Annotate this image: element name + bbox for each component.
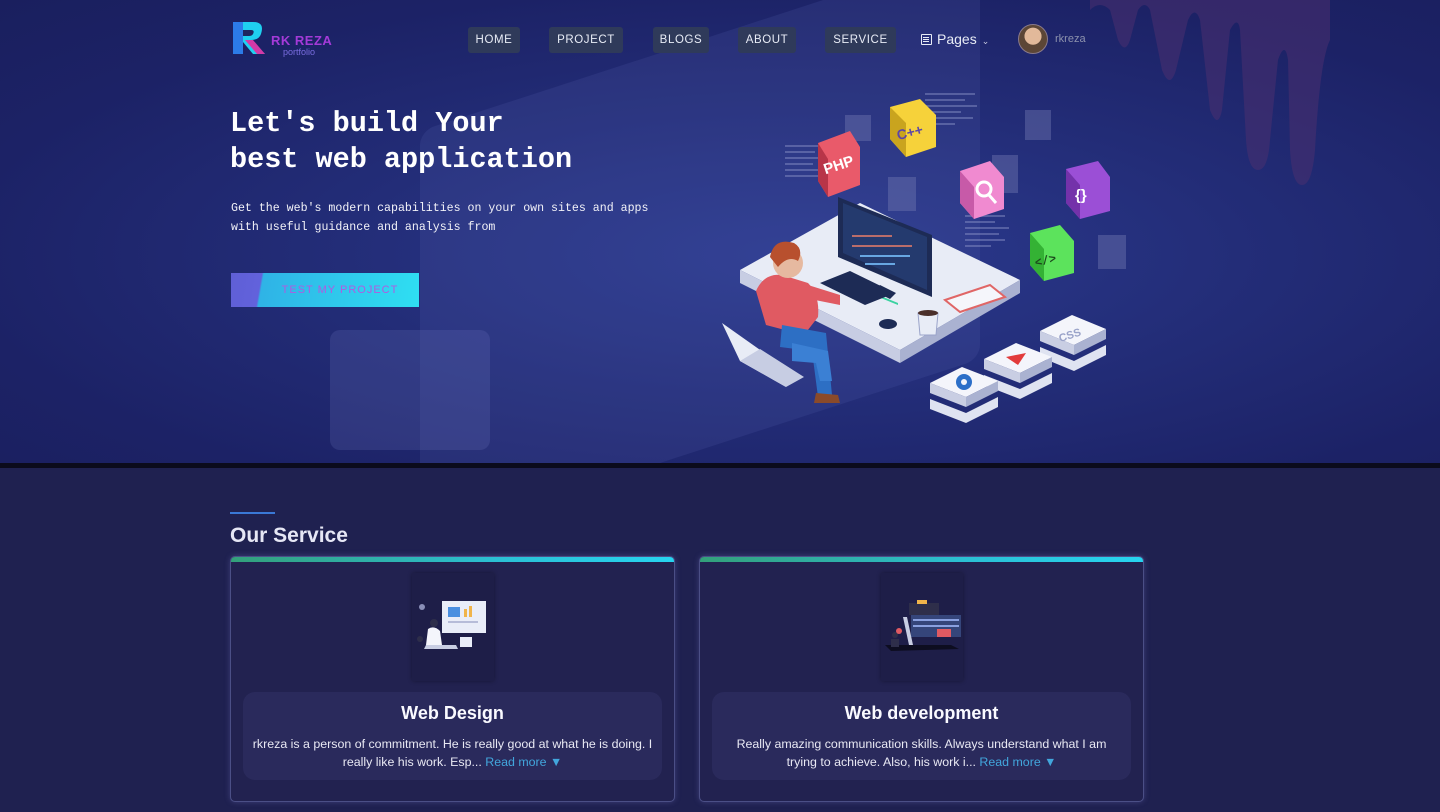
card-heading: Web development xyxy=(844,703,999,723)
card-desc-text: rkreza is a person of commitment. He is … xyxy=(252,737,653,769)
card-content: Web Design rkreza is a person of commitm… xyxy=(243,692,662,780)
card-accent-bar xyxy=(231,557,674,562)
hero-subtext: Get the web's modern capabilities on you… xyxy=(231,202,649,234)
nav-service[interactable]: SERVICE xyxy=(825,27,896,53)
nav-home[interactable]: HOME xyxy=(468,27,520,53)
services-title: Our Service xyxy=(230,524,348,547)
braces-badge: {} xyxy=(1066,161,1110,219)
card-content: Web development Really amazing communica… xyxy=(712,692,1131,780)
hero-section: RK REZA portfolio HOME PROJECT BLOGS ABO… xyxy=(0,0,1440,463)
brand-name: RK REZA xyxy=(271,33,333,48)
code-badge: </> xyxy=(1030,225,1074,281)
pages-dropdown[interactable]: Pages ⌄ xyxy=(921,31,989,47)
cpp-badge: C++ xyxy=(890,99,936,157)
logo-mark-icon xyxy=(233,22,265,54)
hero-headline-line2: best web application xyxy=(230,143,573,176)
hero-headline-line1: Let's build Your xyxy=(230,107,504,140)
card-heading: Web Design xyxy=(401,703,504,723)
nav-blogs[interactable]: BLOGS xyxy=(653,27,709,53)
nav-project[interactable]: PROJECT xyxy=(549,27,623,53)
card-description: rkreza is a person of commitment. He is … xyxy=(253,735,653,771)
card-accent-bar xyxy=(700,557,1143,562)
section-divider xyxy=(0,463,1440,468)
read-more-link[interactable]: Read more ▼ xyxy=(485,755,562,769)
chevron-down-icon: ⌄ xyxy=(981,35,990,46)
user-avatar[interactable] xyxy=(1018,24,1048,54)
section-title-underline xyxy=(230,512,275,514)
pages-label: Pages xyxy=(937,31,977,47)
gear-tile xyxy=(930,367,998,423)
search-badge xyxy=(960,161,1004,219)
brand-logo[interactable]: RK REZA portfolio xyxy=(231,20,341,60)
pages-icon xyxy=(921,33,932,45)
php-badge: PHP xyxy=(818,131,860,197)
test-my-project-button[interactable]: TEST MY PROJECT xyxy=(231,273,419,307)
web-development-illustration xyxy=(885,600,961,651)
hero-headline: Let's build Your best web application xyxy=(230,106,710,178)
web-development-thumbnail xyxy=(881,573,963,681)
service-card-web-design: Web Design rkreza is a person of commitm… xyxy=(230,556,675,802)
card-description: Really amazing communication skills. Alw… xyxy=(722,735,1122,771)
hero-background-box-shape xyxy=(330,330,490,450)
service-card-web-development: Web development Really amazing communica… xyxy=(699,556,1144,802)
nav-about[interactable]: ABOUT xyxy=(738,27,796,53)
username-label[interactable]: rkreza xyxy=(1055,33,1086,45)
brand-sub: portfolio xyxy=(283,47,316,57)
web-design-illustration xyxy=(417,601,486,649)
developer-illustration: PHP C++ {} </> CSS xyxy=(722,93,1126,423)
svg-text:{}: {} xyxy=(1075,187,1087,204)
read-more-link[interactable]: Read more ▼ xyxy=(979,755,1056,769)
web-design-thumbnail xyxy=(412,573,494,681)
